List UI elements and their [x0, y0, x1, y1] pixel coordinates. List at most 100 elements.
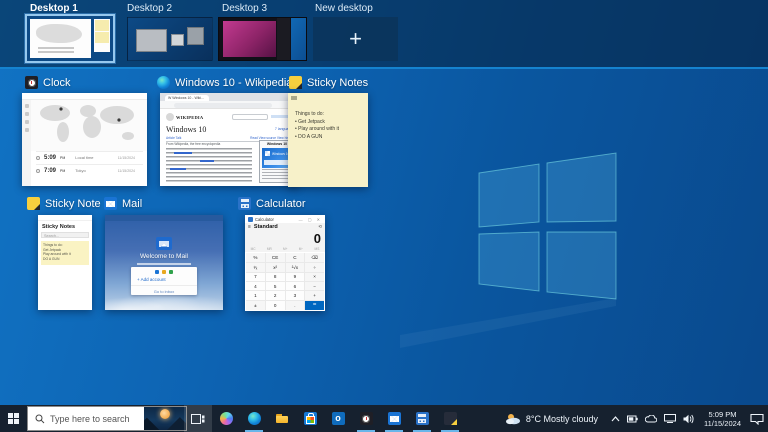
- hidden-icons-chevron[interactable]: [611, 416, 620, 422]
- taskbar-clock[interactable]: 5:09 PM 11/15/2024: [704, 410, 741, 428]
- calculator-key[interactable]: ×: [305, 273, 324, 281]
- clock-row-date: 11/15/2024: [118, 156, 135, 160]
- clock-row-time: 7:09: [44, 168, 56, 174]
- calculator-key[interactable]: 6: [286, 282, 305, 290]
- taskbar: Type here to search o: [0, 405, 768, 432]
- taskbar-clock-app[interactable]: [352, 405, 380, 432]
- daylight-icon: [36, 156, 40, 160]
- calculator-key[interactable]: 5: [266, 282, 285, 290]
- memory-button[interactable]: MS: [315, 247, 320, 251]
- sticky-list-card-header[interactable]: Sticky Note: [27, 197, 101, 210]
- calculator-key[interactable]: .: [286, 301, 305, 310]
- memory-button[interactable]: M+: [283, 247, 288, 251]
- sticky-notes-window[interactable]: Things to do:• Get Jetpack• Play around …: [288, 93, 368, 187]
- calculator-key[interactable]: 3: [286, 291, 305, 299]
- calculator-key[interactable]: −: [305, 282, 324, 290]
- go-to-inbox-link[interactable]: Go to inbox: [131, 286, 197, 294]
- new-desktop-button[interactable]: +: [313, 17, 398, 61]
- sticky-notes-card-header[interactable]: Sticky Notes: [289, 76, 368, 89]
- calculator-key[interactable]: 1: [246, 291, 265, 299]
- calculator-key[interactable]: ²√x: [286, 263, 305, 271]
- mail-subtitle-bar: [137, 263, 191, 265]
- taskbar-outlook[interactable]: o: [324, 405, 352, 432]
- calculator-window[interactable]: Calculator — ▢ ✕ ≡ Standard ⟲ 0 MCMRM+M−…: [245, 215, 325, 311]
- browser-tabbar: W Windows 10 - Wiki...: [160, 93, 298, 101]
- desktop-1-sticky-panel: [94, 19, 110, 51]
- calculator-key[interactable]: 0: [266, 301, 285, 310]
- calculator-key[interactable]: ÷: [305, 263, 324, 271]
- calculator-key[interactable]: 2: [266, 291, 285, 299]
- desktop-2-thumbnail[interactable]: [127, 17, 213, 61]
- search-icon: [35, 414, 45, 424]
- note-line: • Get Jetpack: [295, 119, 339, 127]
- memory-button[interactable]: MR: [267, 247, 272, 251]
- browser-address-bar[interactable]: [160, 101, 298, 109]
- taskbar-store[interactable]: [296, 405, 324, 432]
- desktop-3-thumbnail[interactable]: [218, 17, 307, 61]
- taskbar-edge[interactable]: [240, 405, 268, 432]
- infobox-image-caption: Windows 10: [272, 152, 289, 156]
- calculator-key[interactable]: 7: [246, 273, 265, 281]
- note-preview[interactable]: Things to do:Get JetpackPlay around with…: [41, 241, 89, 265]
- clock-card-header[interactable]: Clock: [25, 76, 71, 89]
- note-menu-icon[interactable]: [291, 96, 297, 100]
- onedrive-icon[interactable]: [645, 415, 657, 423]
- search-highlight-image[interactable]: [144, 406, 186, 431]
- calculator-key[interactable]: ⌫: [305, 253, 324, 262]
- calculator-key[interactable]: ¹⁄ₓ: [246, 263, 265, 271]
- weather-widget[interactable]: 8°C Mostly cloudy: [505, 412, 598, 425]
- clock-row-label: Tokyo: [75, 168, 85, 173]
- calculator-key[interactable]: ±: [246, 301, 265, 310]
- hamburger-icon[interactable]: ≡: [248, 224, 251, 230]
- mail-accounts-panel: + Add account Go to inbox: [131, 267, 197, 295]
- from-wikipedia-line: From Wikipedia, the free encyclopedia: [166, 142, 220, 146]
- calculator-key[interactable]: CE: [266, 253, 285, 262]
- sticky-list-window[interactable]: Sticky Notes Search... Things to do:Get …: [38, 215, 92, 310]
- calculator-card-header[interactable]: Calculator: [238, 197, 306, 210]
- calculator-key[interactable]: 8: [266, 273, 285, 281]
- wikipedia-card-header[interactable]: Windows 10 - Wikipedia...: [157, 76, 302, 89]
- mail-window[interactable]: Welcome to Mail + Add account Go to inbo…: [105, 215, 223, 310]
- world-clock-row[interactable]: 7:09 PM Tokyo 11/15/2024: [36, 164, 143, 176]
- taskbar-mail[interactable]: [380, 405, 408, 432]
- article-tab-left[interactable]: Article Talk: [166, 136, 181, 140]
- taskbar-file-explorer[interactable]: [268, 405, 296, 432]
- desktop-1-thumbnail[interactable]: [25, 14, 115, 63]
- volume-icon[interactable]: [683, 414, 695, 424]
- calculator-key[interactable]: +: [305, 291, 324, 299]
- window-control-buttons[interactable]: — ▢ ✕: [299, 217, 322, 222]
- sticky-search-box[interactable]: Search...: [41, 232, 89, 238]
- taskbar-time: 5:09 PM: [704, 410, 741, 419]
- calculator-key[interactable]: x²: [266, 263, 285, 271]
- wikipedia-window[interactable]: W Windows 10 - Wiki... WIKIPEDIA Windows…: [160, 93, 298, 186]
- alarms-clock-icon: [360, 412, 373, 425]
- history-icon[interactable]: ⟲: [318, 224, 322, 230]
- calculator-key[interactable]: %: [246, 253, 265, 262]
- task-view-button[interactable]: [184, 405, 212, 432]
- memory-button[interactable]: M−: [299, 247, 304, 251]
- calculator-icon: [416, 412, 429, 425]
- sticky-note-icon: [27, 197, 40, 210]
- calculator-key[interactable]: 4: [246, 282, 265, 290]
- microsoft-store-icon: [304, 412, 317, 425]
- clock-window[interactable]: 5:09 PM Local time 11/15/2024 7:09 PM To…: [22, 93, 147, 186]
- taskbar-sticky-notes[interactable]: [436, 405, 464, 432]
- network-icon[interactable]: [664, 414, 676, 423]
- action-center-icon[interactable]: [750, 413, 764, 425]
- world-clock-row[interactable]: 5:09 PM Local time 11/15/2024: [36, 151, 143, 163]
- start-button[interactable]: [0, 405, 26, 432]
- memory-button[interactable]: MC: [251, 247, 256, 251]
- mail-card-header[interactable]: Mail: [104, 197, 142, 210]
- wiki-search-box[interactable]: [232, 114, 268, 120]
- calculator-key[interactable]: C: [286, 253, 305, 262]
- calculator-key[interactable]: 9: [286, 273, 305, 281]
- add-account-button[interactable]: + Add account: [131, 277, 197, 286]
- taskbar-calculator[interactable]: [408, 405, 436, 432]
- battery-icon[interactable]: [627, 415, 638, 423]
- clock-card-title: Clock: [43, 77, 71, 89]
- calculator-mode[interactable]: Standard: [254, 224, 278, 230]
- calculator-key[interactable]: =: [305, 301, 324, 310]
- taskbar-copilot[interactable]: [212, 405, 240, 432]
- mail-welcome-text: Welcome to Mail: [105, 253, 223, 260]
- taskbar-search-box[interactable]: Type here to search: [27, 406, 187, 431]
